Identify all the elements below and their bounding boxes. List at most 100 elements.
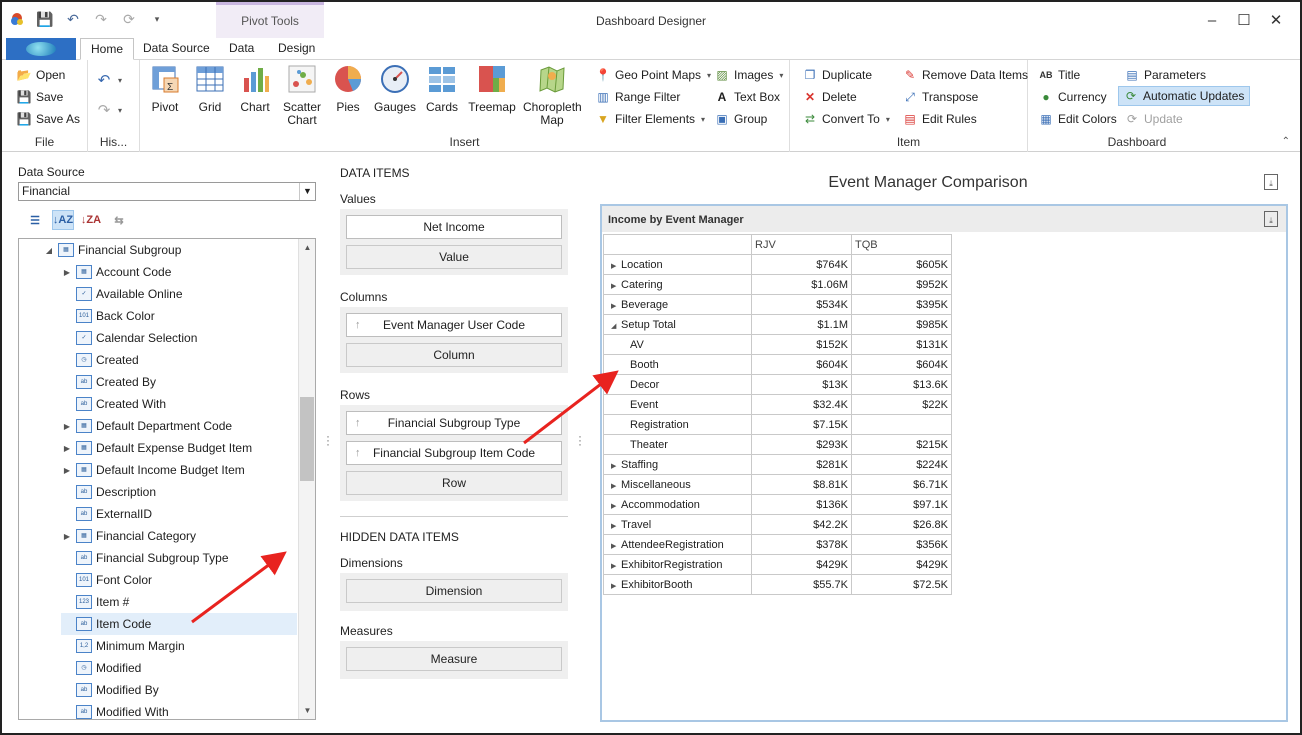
pivot-row-header[interactable]: Decor [603, 374, 752, 395]
pivot-row-header[interactable]: Registration [603, 414, 752, 435]
tab-home[interactable]: Home [80, 38, 135, 60]
collapsed-chevron-icon[interactable]: ▶ [61, 444, 73, 453]
dimensions-placeholder[interactable]: Dimension [346, 579, 562, 603]
pivot-value-cell[interactable]: $26.8K [851, 514, 952, 535]
update-button[interactable]: ⟳ Update [1124, 109, 1183, 129]
group-by-type-icon[interactable]: ☰ [24, 210, 46, 230]
pivot-value-cell[interactable]: $604K [751, 354, 852, 375]
parameters-button[interactable]: ▤ Parameters [1124, 65, 1206, 85]
collapsed-chevron-icon[interactable]: ▶ [607, 282, 621, 290]
tree-item[interactable]: ab Modified With [61, 701, 297, 719]
collapsed-chevron-icon[interactable]: ▶ [607, 302, 621, 310]
pivot-row-header[interactable]: ▶ Travel [603, 514, 752, 535]
collapsed-chevron-icon[interactable]: ▶ [607, 462, 621, 470]
scrollbar-thumb[interactable] [300, 397, 314, 481]
pivot-value-cell[interactable]: $1.1M [751, 314, 852, 335]
collapsed-chevron-icon[interactable]: ▶ [61, 466, 73, 475]
pivot-value-cell[interactable]: $215K [851, 434, 952, 455]
pivot-value-cell[interactable]: $534K [751, 294, 852, 315]
pivot-value-cell[interactable] [851, 414, 952, 435]
remove-data-items-button[interactable]: ✎ Remove Data Items [902, 65, 1028, 85]
close-icon[interactable]: ✕ [1260, 8, 1292, 32]
pivot-value-cell[interactable]: $985K [851, 314, 952, 335]
pivot-dashboard-item[interactable]: Income by Event Manager ⤓ RJV TQB ▶ Locatio… [600, 204, 1288, 722]
pivot-button[interactable]: Σ Pivot [140, 64, 190, 114]
tree-item[interactable]: ◷ Created [61, 349, 297, 371]
delete-button[interactable]: ✕ Delete [802, 87, 857, 107]
expanded-chevron-icon[interactable]: ◢ [43, 246, 55, 255]
splitter-handle-right[interactable]: · · · [578, 430, 582, 450]
collapsed-chevron-icon[interactable]: ▶ [607, 542, 621, 550]
tree-item[interactable]: 123 Item # [61, 591, 297, 613]
columns-placeholder[interactable]: Column [346, 343, 562, 367]
pivot-row-header[interactable]: Booth [603, 354, 752, 375]
pivot-column-header[interactable]: TQB [851, 234, 952, 255]
undo-button[interactable]: ↶ ▾ [96, 70, 122, 90]
text-box-button[interactable]: A Text Box [714, 87, 780, 107]
edit-rules-button[interactable]: ▤ Edit Rules [902, 109, 976, 129]
values-placeholder[interactable]: Value [346, 245, 562, 269]
tree-item[interactable]: ab Financial Subgroup Type [61, 547, 297, 569]
pivot-value-cell[interactable]: $131K [851, 334, 952, 355]
tab-data-source[interactable]: Data Source [133, 38, 220, 60]
geo-point-maps-button[interactable]: 📍 Geo Point Maps ▾ [595, 65, 712, 85]
pivot-column-header[interactable]: RJV [751, 234, 852, 255]
tree-item[interactable]: ab Created By [61, 371, 297, 393]
scroll-up-icon[interactable]: ▲ [299, 239, 315, 256]
pivot-value-cell[interactable]: $605K [851, 254, 952, 275]
collapsed-chevron-icon[interactable]: ▶ [607, 522, 621, 530]
pivot-value-cell[interactable]: $429K [851, 554, 952, 575]
columns-field-event-manager[interactable]: ↑ Event Manager User Code [346, 313, 562, 337]
tree-item[interactable]: ✓ Calendar Selection [61, 327, 297, 349]
collapsed-chevron-icon[interactable]: ▶ [61, 268, 73, 277]
collapsed-chevron-icon[interactable]: ▶ [607, 482, 621, 490]
pivot-row-header[interactable]: Theater [603, 434, 752, 455]
grid-button[interactable]: Grid [185, 64, 235, 114]
tree-item[interactable]: 1,2 Minimum Margin [61, 635, 297, 657]
pivot-row-header[interactable]: ▶ Staffing [603, 454, 752, 475]
pivot-value-cell[interactable]: $152K [751, 334, 852, 355]
group-button[interactable]: ▣ Group [714, 109, 767, 129]
open-button[interactable]: 📂 Open [16, 65, 66, 85]
pivot-value-cell[interactable]: $293K [751, 434, 852, 455]
pivot-value-cell[interactable]: $395K [851, 294, 952, 315]
pivot-row-header[interactable]: ◢ Setup Total [603, 314, 752, 335]
save-as-button[interactable]: 💾 Save As [16, 109, 81, 129]
pivot-value-cell[interactable]: $32.4K [751, 394, 852, 415]
pivot-row-header[interactable]: AV [603, 334, 752, 355]
pivot-value-cell[interactable]: $356K [851, 534, 952, 555]
treemap-button[interactable]: Treemap [467, 64, 517, 114]
sort-ascending-icon[interactable]: ↓AZ [52, 210, 74, 230]
duplicate-button[interactable]: ❐ Duplicate [802, 65, 872, 85]
pivot-value-cell[interactable]: $1.06M [751, 274, 852, 295]
tree-item[interactable]: ab Modified By [61, 679, 297, 701]
collapsed-chevron-icon[interactable]: ▶ [607, 562, 621, 570]
pivot-value-cell[interactable]: $281K [751, 454, 852, 475]
edit-colors-button[interactable]: ▦ Edit Colors [1038, 109, 1116, 129]
gauges-button[interactable]: Gauges [370, 64, 420, 114]
application-menu-button[interactable] [6, 38, 76, 60]
splitter-handle-left[interactable]: · · · [326, 430, 330, 450]
pivot-value-cell[interactable]: $8.81K [751, 474, 852, 495]
export-dashboard-icon[interactable]: ⤓ [1264, 174, 1278, 190]
tree-item[interactable]: ◷ Modified [61, 657, 297, 679]
rows-placeholder[interactable]: Row [346, 471, 562, 495]
collapsed-chevron-icon[interactable]: ▶ [61, 532, 73, 541]
pivot-row-header[interactable]: Event [603, 394, 752, 415]
pivot-row-header[interactable]: ▶ Location [603, 254, 752, 275]
pivot-value-cell[interactable]: $429K [751, 554, 852, 575]
filter-elements-button[interactable]: ▼ Filter Elements ▾ [595, 109, 705, 129]
pivot-value-cell[interactable]: $97.1K [851, 494, 952, 515]
choropleth-map-button[interactable]: Choropleth Map [523, 64, 582, 127]
tree-item[interactable]: 101 Back Color [61, 305, 297, 327]
title-button[interactable]: AB Title [1038, 65, 1081, 85]
pivot-value-cell[interactable]: $22K [851, 394, 952, 415]
pivot-value-cell[interactable]: $604K [851, 354, 952, 375]
tab-data[interactable]: Data [219, 38, 264, 60]
cards-button[interactable]: Cards [417, 64, 467, 114]
images-button[interactable]: ▨ Images ▾ [714, 65, 783, 85]
save-button[interactable]: 💾 Save [16, 87, 64, 107]
chart-button[interactable]: Chart [230, 64, 280, 114]
expanded-chevron-icon[interactable]: ◢ [607, 322, 621, 330]
pivot-row-header[interactable]: ▶ ExhibitorBooth [603, 574, 752, 595]
